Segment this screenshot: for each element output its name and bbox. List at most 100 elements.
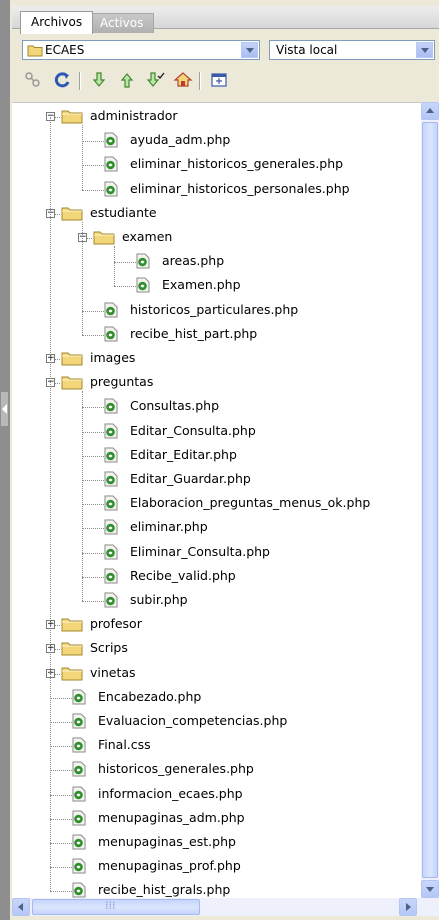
tree-file-row[interactable]: historicos_generales.php xyxy=(12,758,421,782)
panel-tabbar: Archivos Activos xyxy=(12,6,439,34)
tree-connector xyxy=(82,125,83,190)
scroll-down-button[interactable] xyxy=(421,880,439,898)
php-file-icon xyxy=(72,737,86,753)
folder-icon xyxy=(93,230,115,245)
tree-file-row[interactable]: eliminar_historicos_personales.php xyxy=(12,178,421,202)
tree-file-label: eliminar.php xyxy=(130,519,208,535)
scroll-right-button[interactable] xyxy=(399,898,417,916)
tree-connector xyxy=(82,576,104,578)
tree-file-row[interactable]: eliminar_historicos_generales.php xyxy=(12,153,421,177)
tree-file-row[interactable]: Editar_Guardar.php xyxy=(12,468,421,492)
tree-file-row[interactable]: Encabezado.php xyxy=(12,686,421,710)
php-file-icon xyxy=(104,447,118,463)
tree-file-label: Recibe_valid.php xyxy=(130,567,236,583)
tree-file-label: eliminar_historicos_personales.php xyxy=(130,180,350,196)
connect-icon[interactable] xyxy=(22,71,44,91)
tree-file-row[interactable]: Examen.php xyxy=(12,274,421,298)
tree-file-label: Eliminar_Consulta.php xyxy=(130,543,270,559)
tree-file-label: menupaginas_est.php xyxy=(98,834,236,849)
tree-folder-label: examen xyxy=(122,229,173,244)
tree-file-row[interactable]: menupaginas_adm.php xyxy=(12,807,421,831)
tree-file-row[interactable]: recibe_hist_part.php xyxy=(12,323,421,347)
folder-icon xyxy=(61,206,83,221)
tree-file-row[interactable]: ayuda_adm.php xyxy=(12,129,421,153)
tree-file-label: historicos_particulares.php xyxy=(130,301,299,317)
tree-connector xyxy=(50,794,72,796)
file-tree: − administrador ayuda_adm.php eliminar_hist… xyxy=(12,102,421,899)
tree-file-row[interactable]: areas.php xyxy=(12,250,421,274)
tree-file-row[interactable]: Editar_Consulta.php xyxy=(12,420,421,444)
php-file-icon xyxy=(104,132,118,148)
tree-connector xyxy=(50,722,72,723)
check-out-icon[interactable] xyxy=(144,71,166,91)
vertical-scroll-thumb[interactable] xyxy=(422,122,438,878)
put-file-icon[interactable] xyxy=(116,71,138,91)
tree-file-row[interactable]: Consultas.php xyxy=(12,395,421,419)
tree-folder-row[interactable]: − preguntas xyxy=(12,371,421,395)
refresh-icon[interactable] xyxy=(52,71,74,91)
tree-folder-row[interactable]: − examen xyxy=(12,226,421,250)
site-select-value: ECAES xyxy=(45,43,85,57)
tree-folder-row[interactable]: + profesor xyxy=(12,613,421,637)
tree-connector xyxy=(114,262,136,264)
tree-file-label: ayuda_adm.php xyxy=(130,132,231,148)
tab-archivos[interactable]: Archivos xyxy=(20,11,94,34)
tree-file-row[interactable]: historicos_particulares.php xyxy=(12,299,421,323)
tree-file-label: informacion_ecaes.php xyxy=(98,785,243,801)
tree-file-row[interactable]: menupaginas_prof.php xyxy=(12,855,421,879)
tab-activos[interactable]: Activos xyxy=(89,13,155,33)
tree-connector xyxy=(82,165,104,167)
view-select[interactable]: Vista local xyxy=(269,40,435,60)
php-file-icon xyxy=(104,326,118,342)
chevron-down-icon[interactable] xyxy=(241,42,258,58)
tree-file-row[interactable]: menupaginas_est.php xyxy=(12,831,421,855)
folder-icon xyxy=(61,375,83,390)
check-in-icon[interactable] xyxy=(172,71,194,91)
php-file-icon xyxy=(104,302,118,318)
chevron-down-icon[interactable] xyxy=(416,42,433,58)
files-panel: Archivos Activos ECAES Vista local − adm… xyxy=(12,0,439,920)
tree-folder-label: vinetas xyxy=(90,664,136,680)
horizontal-scrollbar[interactable] xyxy=(12,898,439,916)
horizontal-scroll-thumb[interactable] xyxy=(32,899,200,915)
tree-file-label: subir.php xyxy=(130,592,188,607)
expand-icon[interactable] xyxy=(208,71,230,91)
tree-file-label: Editar_Editar.php xyxy=(130,446,237,462)
scroll-up-button[interactable] xyxy=(421,102,439,120)
vertical-scrollbar[interactable] xyxy=(421,102,439,898)
folder-icon xyxy=(61,666,83,681)
tree-folder-label: administrador xyxy=(90,108,178,123)
tree-file-row[interactable]: subir.php xyxy=(12,589,421,613)
tree-file-row[interactable]: recibe_hist_grals.php xyxy=(12,879,421,899)
tree-connector xyxy=(82,334,104,336)
tree-file-row[interactable]: informacion_ecaes.php xyxy=(12,783,421,807)
tree-file-row[interactable]: Recibe_valid.php xyxy=(12,565,421,589)
tree-file-label: Examen.php xyxy=(162,277,241,293)
site-select[interactable]: ECAES xyxy=(22,40,260,60)
tree-connector xyxy=(50,697,72,699)
tree-file-row[interactable]: Eliminar_Consulta.php xyxy=(12,541,421,565)
scroll-left-button[interactable] xyxy=(12,898,30,916)
tree-file-row[interactable]: Editar_Editar.php xyxy=(12,444,421,468)
tree-file-row[interactable]: Elaboracion_preguntas_menus_ok.php xyxy=(12,492,421,516)
tree-folder-row[interactable]: − administrador xyxy=(12,105,421,129)
tree-folder-row[interactable]: + images xyxy=(12,347,421,371)
tree-folder-label: estudiante xyxy=(90,204,157,220)
tree-connector xyxy=(82,431,104,433)
toolbar-separator xyxy=(199,72,201,90)
panel-splitter[interactable] xyxy=(0,0,10,920)
tree-file-row[interactable]: Final.css xyxy=(12,734,421,758)
tree-connector xyxy=(50,843,72,844)
tree-folder-row[interactable]: − estudiante xyxy=(12,202,421,226)
tree-folder-row[interactable]: + vinetas xyxy=(12,662,421,686)
tree-file-label: recibe_hist_grals.php xyxy=(98,882,231,898)
tree-file-row[interactable]: eliminar.php xyxy=(12,516,421,540)
tree-file-row[interactable]: Evaluacion_competencias.php xyxy=(12,710,421,734)
tree-connector xyxy=(50,117,51,892)
php-file-icon xyxy=(104,181,118,197)
splitter-collapse-handle[interactable] xyxy=(1,392,8,426)
tree-connector xyxy=(82,221,83,335)
get-file-icon[interactable] xyxy=(88,71,110,91)
tree-folder-label: profesor xyxy=(90,616,142,632)
tree-folder-row[interactable]: + Scrips xyxy=(12,637,421,661)
